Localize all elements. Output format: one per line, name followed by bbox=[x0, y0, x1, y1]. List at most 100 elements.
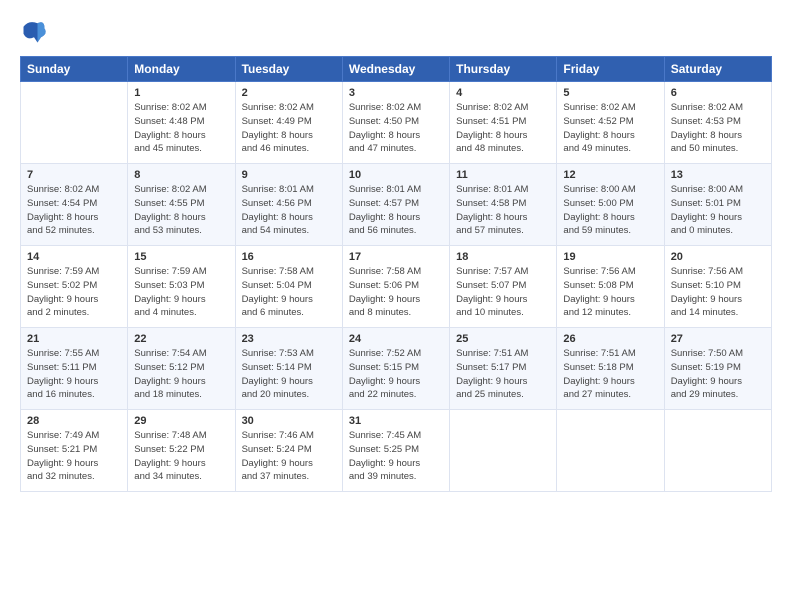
day-cell: 27Sunrise: 7:50 AMSunset: 5:19 PMDayligh… bbox=[664, 328, 771, 410]
day-info: Sunrise: 7:45 AMSunset: 5:25 PMDaylight:… bbox=[349, 429, 443, 484]
day-cell bbox=[450, 410, 557, 492]
day-number: 5 bbox=[563, 87, 657, 99]
day-info: Sunrise: 7:56 AMSunset: 5:08 PMDaylight:… bbox=[563, 265, 657, 320]
header-cell-sunday: Sunday bbox=[21, 57, 128, 82]
day-info: Sunrise: 7:55 AMSunset: 5:11 PMDaylight:… bbox=[27, 347, 121, 402]
header-cell-monday: Monday bbox=[128, 57, 235, 82]
day-info: Sunrise: 8:01 AMSunset: 4:56 PMDaylight:… bbox=[242, 183, 336, 238]
header-cell-thursday: Thursday bbox=[450, 57, 557, 82]
day-cell: 25Sunrise: 7:51 AMSunset: 5:17 PMDayligh… bbox=[450, 328, 557, 410]
day-cell: 1 Sunrise: 8:02 AMSunset: 4:48 PMDaylight… bbox=[128, 82, 235, 164]
day-cell: 21 Sunrise: 7:55 AMSunset: 5:11 PMDayligh… bbox=[21, 328, 128, 410]
day-info: Sunrise: 8:02 AMSunset: 4:53 PMDaylight:… bbox=[671, 101, 765, 156]
day-number: 6 bbox=[671, 87, 765, 99]
day-info: Sunrise: 7:54 AMSunset: 5:12 PMDaylight:… bbox=[134, 347, 228, 402]
day-number: 17 bbox=[349, 251, 443, 263]
day-number: 9 bbox=[242, 169, 336, 181]
day-cell: 4Sunrise: 8:02 AMSunset: 4:51 PMDaylight… bbox=[450, 82, 557, 164]
day-number: 21 bbox=[27, 333, 121, 345]
day-info: Sunrise: 8:02 AMSunset: 4:52 PMDaylight:… bbox=[563, 101, 657, 156]
day-cell: 24 Sunrise: 7:52 AMSunset: 5:15 PMDayligh… bbox=[342, 328, 449, 410]
day-cell: 15 Sunrise: 7:59 AMSunset: 5:03 PMDayligh… bbox=[128, 246, 235, 328]
day-info: Sunrise: 7:51 AMSunset: 5:18 PMDaylight:… bbox=[563, 347, 657, 402]
day-cell: 5 Sunrise: 8:02 AMSunset: 4:52 PMDaylight… bbox=[557, 82, 664, 164]
header-cell-friday: Friday bbox=[557, 57, 664, 82]
day-cell: 17 Sunrise: 7:58 AMSunset: 5:06 PMDayligh… bbox=[342, 246, 449, 328]
day-number: 30 bbox=[242, 415, 336, 427]
day-cell: 30Sunrise: 7:46 AMSunset: 5:24 PMDayligh… bbox=[235, 410, 342, 492]
day-number: 26 bbox=[563, 333, 657, 345]
day-number: 28 bbox=[27, 415, 121, 427]
day-number: 14 bbox=[27, 251, 121, 263]
day-info: Sunrise: 8:02 AMSunset: 4:51 PMDaylight:… bbox=[456, 101, 550, 156]
week-row-4: 21 Sunrise: 7:55 AMSunset: 5:11 PMDayligh… bbox=[21, 328, 772, 410]
calendar-table: SundayMondayTuesdayWednesdayThursdayFrid… bbox=[20, 56, 772, 492]
header-cell-wednesday: Wednesday bbox=[342, 57, 449, 82]
day-info: Sunrise: 7:52 AMSunset: 5:15 PMDaylight:… bbox=[349, 347, 443, 402]
day-cell: 26 Sunrise: 7:51 AMSunset: 5:18 PMDayligh… bbox=[557, 328, 664, 410]
day-number: 12 bbox=[563, 169, 657, 181]
day-cell: 3 Sunrise: 8:02 AMSunset: 4:50 PMDaylight… bbox=[342, 82, 449, 164]
day-info: Sunrise: 8:02 AMSunset: 4:50 PMDaylight:… bbox=[349, 101, 443, 156]
day-number: 7 bbox=[27, 169, 121, 181]
week-row-2: 7Sunrise: 8:02 AMSunset: 4:54 PMDaylight… bbox=[21, 164, 772, 246]
header-row: SundayMondayTuesdayWednesdayThursdayFrid… bbox=[21, 57, 772, 82]
day-info: Sunrise: 7:48 AMSunset: 5:22 PMDaylight:… bbox=[134, 429, 228, 484]
day-number: 23 bbox=[242, 333, 336, 345]
day-info: Sunrise: 7:49 AMSunset: 5:21 PMDaylight:… bbox=[27, 429, 121, 484]
header bbox=[20, 18, 772, 46]
day-number: 13 bbox=[671, 169, 765, 181]
day-number: 8 bbox=[134, 169, 228, 181]
day-number: 25 bbox=[456, 333, 550, 345]
logo-icon bbox=[20, 18, 48, 46]
week-row-1: 1 Sunrise: 8:02 AMSunset: 4:48 PMDaylight… bbox=[21, 82, 772, 164]
day-cell: 7Sunrise: 8:02 AMSunset: 4:54 PMDaylight… bbox=[21, 164, 128, 246]
day-info: Sunrise: 8:02 AMSunset: 4:55 PMDaylight:… bbox=[134, 183, 228, 238]
day-info: Sunrise: 7:59 AMSunset: 5:03 PMDaylight:… bbox=[134, 265, 228, 320]
week-row-3: 14 Sunrise: 7:59 AMSunset: 5:02 PMDayligh… bbox=[21, 246, 772, 328]
day-number: 2 bbox=[242, 87, 336, 99]
day-info: Sunrise: 7:53 AMSunset: 5:14 PMDaylight:… bbox=[242, 347, 336, 402]
day-number: 16 bbox=[242, 251, 336, 263]
day-cell: 23 Sunrise: 7:53 AMSunset: 5:14 PMDayligh… bbox=[235, 328, 342, 410]
day-number: 24 bbox=[349, 333, 443, 345]
day-number: 31 bbox=[349, 415, 443, 427]
day-cell: 13Sunrise: 8:00 AMSunset: 5:01 PMDayligh… bbox=[664, 164, 771, 246]
day-cell: 8 Sunrise: 8:02 AMSunset: 4:55 PMDaylight… bbox=[128, 164, 235, 246]
day-number: 29 bbox=[134, 415, 228, 427]
day-number: 3 bbox=[349, 87, 443, 99]
day-info: Sunrise: 7:58 AMSunset: 5:04 PMDaylight:… bbox=[242, 265, 336, 320]
logo bbox=[20, 18, 52, 46]
day-number: 1 bbox=[134, 87, 228, 99]
day-cell: 10 Sunrise: 8:01 AMSunset: 4:57 PMDayligh… bbox=[342, 164, 449, 246]
day-info: Sunrise: 7:50 AMSunset: 5:19 PMDaylight:… bbox=[671, 347, 765, 402]
day-cell: 18Sunrise: 7:57 AMSunset: 5:07 PMDayligh… bbox=[450, 246, 557, 328]
day-cell: 29 Sunrise: 7:48 AMSunset: 5:22 PMDayligh… bbox=[128, 410, 235, 492]
day-number: 22 bbox=[134, 333, 228, 345]
day-cell: 20Sunrise: 7:56 AMSunset: 5:10 PMDayligh… bbox=[664, 246, 771, 328]
day-number: 10 bbox=[349, 169, 443, 181]
day-number: 15 bbox=[134, 251, 228, 263]
header-cell-saturday: Saturday bbox=[664, 57, 771, 82]
header-cell-tuesday: Tuesday bbox=[235, 57, 342, 82]
day-info: Sunrise: 8:02 AMSunset: 4:49 PMDaylight:… bbox=[242, 101, 336, 156]
day-cell: 14 Sunrise: 7:59 AMSunset: 5:02 PMDayligh… bbox=[21, 246, 128, 328]
day-info: Sunrise: 8:00 AMSunset: 5:00 PMDaylight:… bbox=[563, 183, 657, 238]
day-cell bbox=[557, 410, 664, 492]
day-info: Sunrise: 8:01 AMSunset: 4:57 PMDaylight:… bbox=[349, 183, 443, 238]
day-cell: 2 Sunrise: 8:02 AMSunset: 4:49 PMDaylight… bbox=[235, 82, 342, 164]
day-number: 11 bbox=[456, 169, 550, 181]
day-cell: 31 Sunrise: 7:45 AMSunset: 5:25 PMDayligh… bbox=[342, 410, 449, 492]
day-number: 18 bbox=[456, 251, 550, 263]
day-cell: 11 Sunrise: 8:01 AMSunset: 4:58 PMDayligh… bbox=[450, 164, 557, 246]
day-cell: 28 Sunrise: 7:49 AMSunset: 5:21 PMDayligh… bbox=[21, 410, 128, 492]
day-number: 19 bbox=[563, 251, 657, 263]
day-info: Sunrise: 8:02 AMSunset: 4:48 PMDaylight:… bbox=[134, 101, 228, 156]
day-cell: 22 Sunrise: 7:54 AMSunset: 5:12 PMDayligh… bbox=[128, 328, 235, 410]
week-row-5: 28 Sunrise: 7:49 AMSunset: 5:21 PMDayligh… bbox=[21, 410, 772, 492]
day-cell bbox=[21, 82, 128, 164]
day-cell: 16 Sunrise: 7:58 AMSunset: 5:04 PMDayligh… bbox=[235, 246, 342, 328]
day-info: Sunrise: 7:59 AMSunset: 5:02 PMDaylight:… bbox=[27, 265, 121, 320]
day-info: Sunrise: 7:58 AMSunset: 5:06 PMDaylight:… bbox=[349, 265, 443, 320]
day-info: Sunrise: 8:01 AMSunset: 4:58 PMDaylight:… bbox=[456, 183, 550, 238]
